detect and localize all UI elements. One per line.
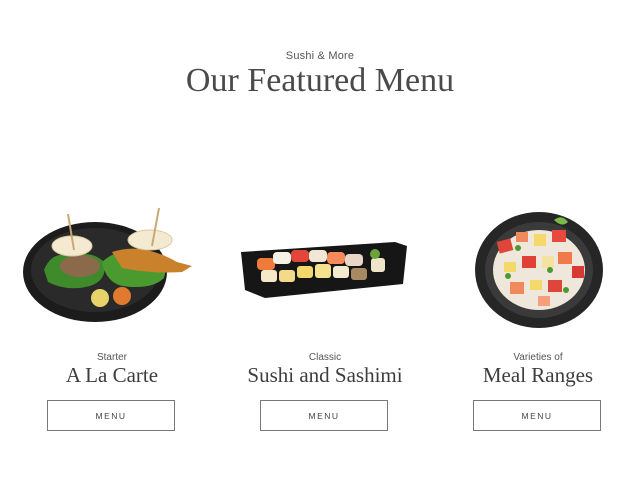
section-kicker: Sushi & More bbox=[285, 50, 355, 62]
sushi-sashimi-menu-button[interactable]: MENU bbox=[260, 400, 388, 431]
card-subtitle: Classic bbox=[308, 352, 342, 363]
meal-ranges-image bbox=[438, 200, 638, 335]
meal-ranges-menu-button[interactable]: MENU bbox=[473, 400, 601, 431]
sushi-and-sashimi-image bbox=[225, 200, 425, 335]
card-subtitle: Varieties of bbox=[513, 352, 563, 363]
card-subtitle: Starter bbox=[96, 352, 127, 363]
card-title: Meal Ranges bbox=[482, 363, 594, 387]
card-title: A La Carte bbox=[65, 363, 159, 387]
a-la-carte-menu-button[interactable]: MENU bbox=[47, 400, 175, 431]
page-title: Our Featured Menu bbox=[185, 62, 455, 99]
card-title: Sushi and Sashimi bbox=[247, 363, 403, 387]
a-la-carte-image bbox=[12, 200, 212, 335]
